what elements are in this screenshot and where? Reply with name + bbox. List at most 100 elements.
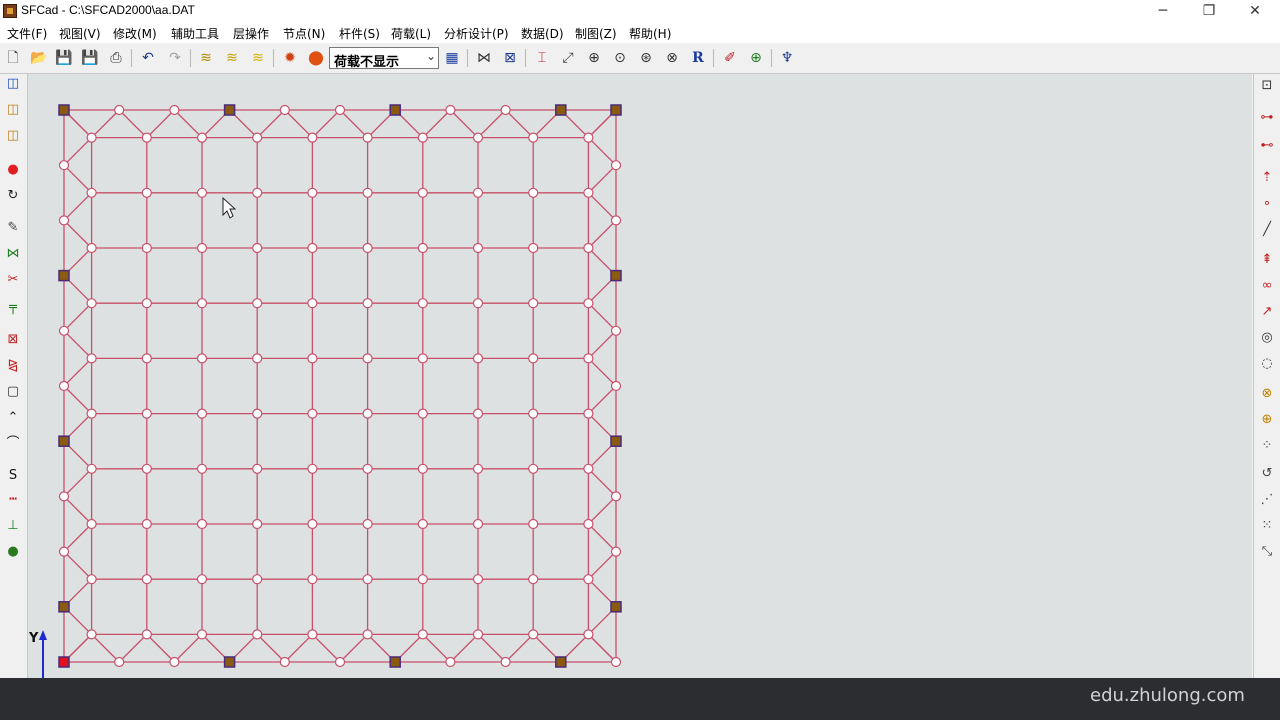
node[interactable] [334,104,346,116]
node[interactable] [472,353,484,364]
node[interactable] [472,463,484,474]
node[interactable] [362,629,373,640]
node[interactable] [417,298,428,309]
truss-icon[interactable]: ⋈ [474,48,494,68]
node[interactable] [362,132,373,143]
node[interactable] [417,463,428,474]
member[interactable] [63,137,93,166]
node[interactable] [58,380,70,392]
layer-2-icon[interactable]: ≋ [222,48,242,68]
view-yz-icon[interactable]: ◫ [3,126,23,146]
node[interactable] [610,491,622,502]
undo-icon[interactable]: ↶ [138,48,158,68]
delete-node-icon[interactable]: ⊗ [1257,384,1277,404]
node[interactable] [86,242,97,254]
member[interactable] [311,109,341,139]
line-icon[interactable]: ╱ [1257,220,1277,240]
open-folder-icon[interactable]: 📂 [29,48,49,68]
support-base-icon[interactable]: ⊥ [3,516,23,536]
node[interactable] [583,408,594,419]
node[interactable] [417,242,428,254]
node[interactable] [169,656,180,668]
node[interactable] [528,353,539,364]
member[interactable] [63,523,93,553]
node[interactable] [252,132,263,143]
node[interactable] [307,463,318,474]
node[interactable] [86,629,97,640]
arch-icon[interactable]: ⌃ [3,408,23,428]
support-node[interactable] [58,601,70,613]
node[interactable] [141,574,152,585]
section-s-icon[interactable]: S [3,466,23,486]
target-icon[interactable]: ⊕ [746,48,766,68]
arch-2-icon[interactable]: ⌒ [3,434,23,454]
node[interactable] [196,298,208,309]
member[interactable] [63,219,93,249]
node[interactable] [86,353,97,364]
selected-support-node[interactable] [58,656,70,668]
node-arrow-icon[interactable]: ⊶ [1257,108,1277,128]
member[interactable] [118,633,148,663]
node[interactable] [610,160,622,171]
sphere-icon[interactable]: ● [3,542,23,562]
node[interactable] [58,546,70,557]
member[interactable] [91,109,120,139]
node[interactable] [86,408,97,419]
node[interactable] [583,132,594,143]
node[interactable] [252,408,263,419]
node[interactable] [307,574,318,585]
node[interactable] [58,160,70,171]
menu-analysis-design[interactable]: 分析设计(P) [444,25,509,42]
node[interactable] [472,408,484,419]
node[interactable] [307,132,318,143]
node[interactable] [196,518,208,530]
redraw-icon[interactable]: R [688,48,708,68]
menu-member[interactable]: 杆件(S) [339,25,380,42]
node[interactable] [610,215,622,226]
member[interactable] [146,633,175,663]
node[interactable] [610,325,622,336]
member[interactable] [587,302,617,332]
member[interactable] [63,468,93,497]
member[interactable] [587,385,617,415]
node-stack-icon[interactable]: ⇞ [1257,250,1277,270]
node[interactable] [362,463,373,474]
node[interactable] [417,187,428,198]
support-node[interactable] [389,656,401,668]
member[interactable] [587,633,617,663]
zoom-window-icon[interactable]: ⤢ [558,48,578,68]
member[interactable] [587,330,617,359]
node[interactable] [362,518,373,530]
view-xz-icon[interactable]: ◫ [3,100,23,120]
node[interactable] [417,629,428,640]
member[interactable] [587,357,617,387]
menu-load[interactable]: 荷载(L) [391,25,431,42]
layer-1-icon[interactable]: ≋ [196,48,216,68]
member[interactable] [449,633,479,663]
delete-box-icon[interactable]: ⊠ [3,330,23,350]
save-as-icon[interactable]: 💾 [80,48,100,68]
member[interactable] [63,330,93,359]
menu-help[interactable]: 帮助(H) [629,25,671,42]
node[interactable] [252,629,263,640]
support-node[interactable] [555,104,567,116]
load-flame-icon[interactable]: ✹ [280,48,300,68]
app-icon[interactable] [3,4,17,18]
circle-node-2-icon[interactable]: ◌ [1257,354,1277,374]
member[interactable] [63,302,93,332]
node-break-icon[interactable]: ⤡ [1257,542,1277,562]
member[interactable] [477,109,507,139]
node[interactable] [583,298,594,309]
support-node[interactable] [58,435,70,447]
node[interactable] [362,298,373,309]
node[interactable] [196,574,208,585]
node[interactable] [252,463,263,474]
node[interactable] [417,574,428,585]
member[interactable] [587,523,617,553]
node[interactable] [362,408,373,419]
menu-tools[interactable]: 辅助工具 [171,25,219,42]
node[interactable] [307,242,318,254]
support-node[interactable] [610,269,622,282]
node[interactable] [528,518,539,530]
add-member-icon[interactable]: ╤ [3,298,23,318]
